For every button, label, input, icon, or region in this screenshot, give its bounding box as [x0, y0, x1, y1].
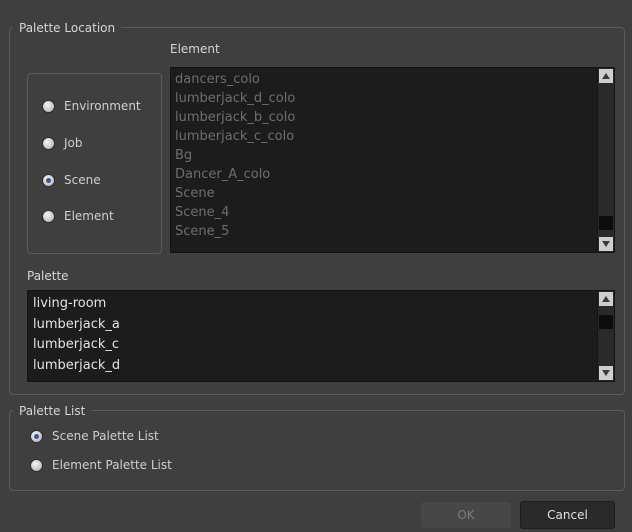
palette-label: Palette	[27, 269, 69, 283]
triangle-down-icon	[602, 241, 610, 247]
scroll-thumb[interactable]	[599, 216, 613, 230]
palette-scrollbar[interactable]	[597, 291, 614, 381]
radio-dot-checked-icon	[43, 174, 54, 186]
triangle-down-icon	[602, 370, 610, 376]
element-listbox[interactable]: dancers_colo lumberjack_d_colo lumberjac…	[170, 67, 615, 253]
palette-list-items: living-room lumberjack_a lumberjack_c lu…	[33, 294, 594, 376]
radio-label: Job	[64, 136, 83, 150]
list-item: Scene_4	[175, 205, 230, 220]
palette-location-title: Palette Location	[13, 21, 122, 35]
element-scrollbar[interactable]	[597, 68, 614, 252]
triangle-up-icon	[602, 73, 610, 79]
list-item: Bg	[175, 148, 193, 163]
radio-dot-icon	[43, 100, 54, 112]
radio-label: Element Palette List	[52, 458, 172, 472]
scroll-down-button[interactable]	[599, 237, 613, 251]
list-item: dancers_colo	[175, 72, 260, 87]
list-item[interactable]: lumberjack_c	[33, 335, 594, 356]
list-item: Scene	[175, 186, 215, 201]
radio-dot-icon	[31, 459, 42, 471]
radio-dot-icon	[43, 137, 54, 149]
palette-list-group	[9, 410, 625, 491]
element-list-items: dancers_colo lumberjack_d_colo lumberjac…	[175, 70, 594, 241]
palette-list-title: Palette List	[13, 404, 92, 418]
palette-listbox[interactable]: living-room lumberjack_a lumberjack_c lu…	[27, 290, 615, 382]
radio-element[interactable]: Element	[43, 209, 114, 223]
scroll-up-button[interactable]	[599, 69, 613, 83]
radio-element-palette-list[interactable]: Element Palette List	[31, 458, 172, 472]
radio-scene[interactable]: Scene	[43, 173, 101, 187]
list-item: Dancer_A_colo	[175, 167, 271, 182]
radio-dot-checked-icon	[31, 430, 42, 442]
radio-label: Scene	[64, 173, 101, 187]
list-item: lumberjack_c_colo	[175, 129, 295, 144]
list-item: lumberjack_b_colo	[175, 110, 296, 125]
radio-dot-icon	[43, 210, 54, 222]
cancel-button[interactable]: Cancel	[520, 501, 615, 529]
element-label: Element	[170, 42, 220, 56]
scroll-down-button[interactable]	[599, 366, 613, 380]
list-item: Scene_5	[175, 224, 230, 239]
ok-button[interactable]: OK	[421, 502, 511, 528]
radio-label: Environment	[64, 99, 141, 113]
list-item[interactable]: lumberjack_d	[33, 356, 594, 377]
radio-label: Scene Palette List	[52, 429, 159, 443]
list-item[interactable]: living-room	[33, 294, 594, 315]
scroll-thumb[interactable]	[599, 315, 613, 329]
triangle-up-icon	[602, 296, 610, 302]
scroll-up-button[interactable]	[599, 292, 613, 306]
radio-environment[interactable]: Environment	[43, 99, 141, 113]
radio-label: Element	[64, 209, 114, 223]
list-item[interactable]: lumberjack_a	[33, 315, 594, 336]
list-item: lumberjack_d_colo	[175, 91, 296, 106]
radio-scene-palette-list[interactable]: Scene Palette List	[31, 429, 159, 443]
radio-job[interactable]: Job	[43, 136, 83, 150]
